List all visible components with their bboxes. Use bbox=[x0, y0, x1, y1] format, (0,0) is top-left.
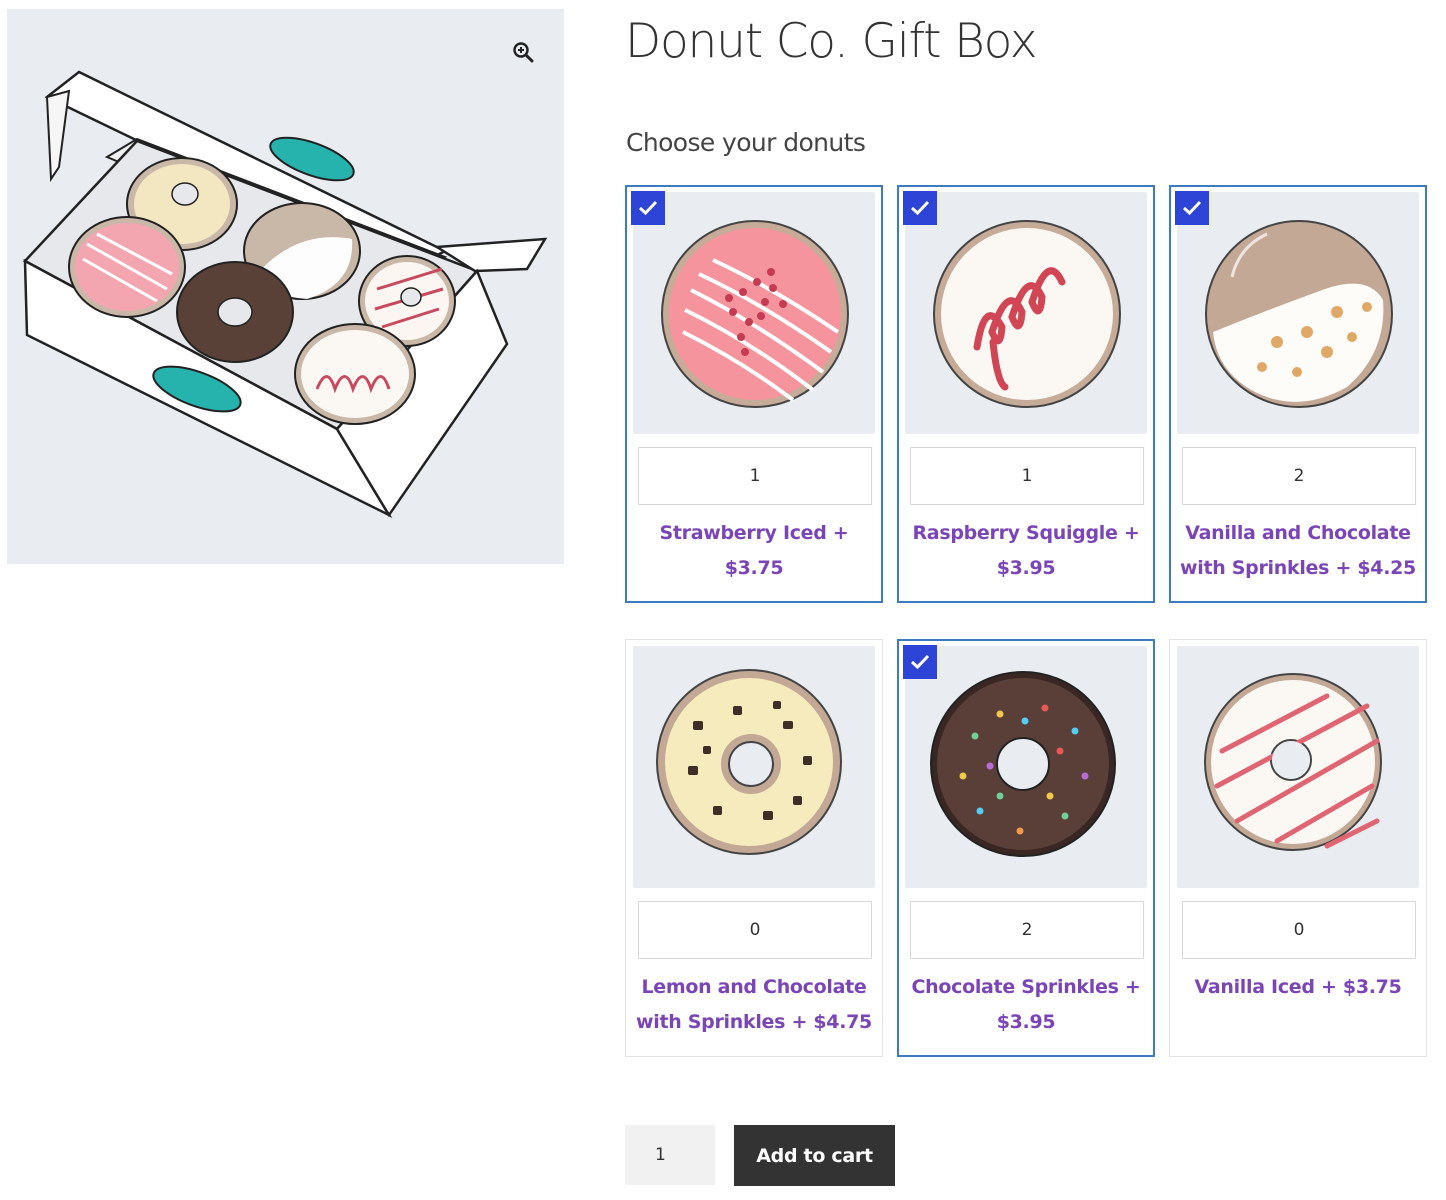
donut-card-chocolate-sprinkles[interactable]: 2 Chocolate Sprinkles + $3.95 bbox=[897, 639, 1155, 1057]
donut-name-link[interactable]: Strawberry Iced + $3.75 bbox=[636, 516, 872, 586]
vanilla-chocolate-donut-image bbox=[1205, 220, 1393, 408]
check-icon bbox=[910, 654, 930, 670]
zoom-button[interactable] bbox=[512, 41, 548, 77]
donut-image-area bbox=[1177, 646, 1419, 888]
selected-checkmark[interactable] bbox=[631, 191, 665, 225]
check-icon bbox=[638, 200, 658, 216]
donut-card-strawberry-iced[interactable]: 1 Strawberry Iced + $3.75 bbox=[625, 185, 883, 603]
donut-image-area bbox=[905, 192, 1147, 434]
donut-name-link[interactable]: Vanilla Iced + $3.75 bbox=[1180, 970, 1416, 1005]
donut-name-link[interactable]: Raspberry Squiggle + $3.95 bbox=[908, 516, 1144, 586]
donut-image-area bbox=[633, 646, 875, 888]
donut-image-area bbox=[1177, 192, 1419, 434]
quantity-input[interactable]: 1 bbox=[910, 447, 1144, 505]
donut-image-area bbox=[633, 192, 875, 434]
donut-name-link[interactable]: Vanilla and Chocolate with Sprinkles + $… bbox=[1180, 516, 1416, 586]
check-icon bbox=[910, 200, 930, 216]
zoom-in-icon bbox=[513, 42, 534, 63]
cart-quantity-input[interactable]: 1 bbox=[625, 1125, 715, 1185]
check-icon bbox=[1182, 200, 1202, 216]
product-gallery bbox=[7, 9, 564, 564]
donut-name-link[interactable]: Lemon and Chocolate with Sprinkles + $4.… bbox=[636, 970, 872, 1040]
quantity-input[interactable]: 2 bbox=[910, 901, 1144, 959]
quantity-input[interactable]: 1 bbox=[638, 447, 872, 505]
add-to-cart-button[interactable]: Add to cart bbox=[734, 1125, 895, 1186]
donut-card-vanilla-iced[interactable]: 0 Vanilla Iced + $3.75 bbox=[1169, 639, 1427, 1057]
selected-checkmark[interactable] bbox=[1175, 191, 1209, 225]
gift-box-illustration bbox=[22, 70, 548, 519]
quantity-input[interactable]: 2 bbox=[1182, 447, 1416, 505]
chocolate-sprinkles-donut-image bbox=[930, 671, 1116, 857]
raspberry-squiggle-donut-image bbox=[933, 220, 1121, 408]
quantity-input[interactable]: 0 bbox=[1182, 901, 1416, 959]
vanilla-iced-donut-image bbox=[1204, 673, 1382, 851]
selected-checkmark[interactable] bbox=[903, 645, 937, 679]
donut-card-lemon-and-chocolate[interactable]: 0 Lemon and Chocolate with Sprinkles + $… bbox=[625, 639, 883, 1057]
donut-card-vanilla-and-chocolate[interactable]: 2 Vanilla and Chocolate with Sprinkles +… bbox=[1169, 185, 1427, 603]
choose-donuts-label: Choose your donuts bbox=[626, 128, 866, 157]
donut-card-raspberry-squiggle[interactable]: 1 Raspberry Squiggle + $3.95 bbox=[897, 185, 1155, 603]
selected-checkmark[interactable] bbox=[903, 191, 937, 225]
donut-image-area bbox=[905, 646, 1147, 888]
quantity-input[interactable]: 0 bbox=[638, 901, 872, 959]
donut-name-link[interactable]: Chocolate Sprinkles + $3.95 bbox=[908, 970, 1144, 1040]
lemon-chocolate-donut-image bbox=[656, 669, 842, 855]
product-title: Donut Co. Gift Box bbox=[625, 14, 1038, 69]
strawberry-iced-donut-image bbox=[661, 220, 849, 408]
